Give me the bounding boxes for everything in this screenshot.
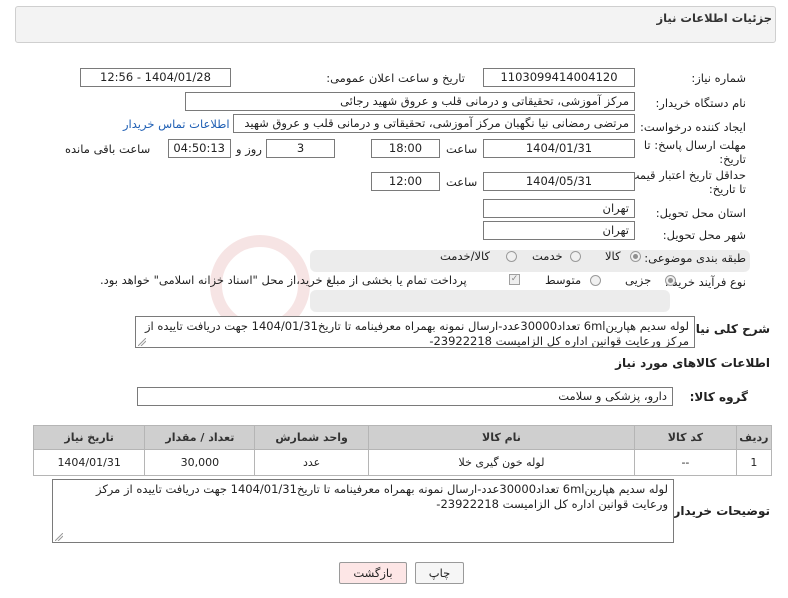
buyer-notes-text: لوله سدیم هپارین6ml تعداد30000عدد-ارسال … xyxy=(95,482,668,511)
remaining-time-field[interactable]: 04:50:13 xyxy=(168,139,231,158)
category-label: طبقه بندی موضوعی: xyxy=(644,251,746,265)
resize-grip-icon[interactable] xyxy=(138,338,146,346)
city-label: شهر محل تحویل: xyxy=(662,228,746,242)
process-radio-medium[interactable] xyxy=(590,275,601,286)
summary-textarea[interactable]: لوله سدیم هپارین6ml تعداد30000عدد-ارسال … xyxy=(135,316,695,348)
col-unit: واحد شمارش xyxy=(254,425,369,450)
deadline-date-field[interactable]: 1404/01/31 xyxy=(483,139,635,158)
treasury-checkbox[interactable]: ✓ xyxy=(509,274,520,285)
goods-group-field[interactable]: دارو، پزشکی و سلامت xyxy=(137,387,673,406)
process-option-minor: جزیی xyxy=(625,273,652,287)
process-label: نوع فرآیند خرید : xyxy=(664,275,746,289)
category-radio-both[interactable] xyxy=(506,251,517,262)
remaining-days-field[interactable]: 3 xyxy=(266,139,335,158)
deadline-label-2: تاریخ: xyxy=(719,152,746,166)
price-validity-time-field[interactable]: 12:00 xyxy=(371,172,440,191)
days-label: روز و xyxy=(236,142,262,156)
province-label: استان محل تحویل: xyxy=(655,206,746,220)
goods-table: ردیف کد کالا نام کالا واحد شمارش تعداد /… xyxy=(32,425,773,476)
treasury-payment-note: پرداخت تمام یا بخشی از مبلغ خرید،از محل … xyxy=(100,273,467,287)
summary-text: لوله سدیم هپارین6ml تعداد30000عدد-ارسال … xyxy=(144,319,689,348)
category-radio-service[interactable] xyxy=(570,251,581,262)
province-field[interactable]: تهران xyxy=(483,199,635,218)
buyer-org-label: نام دستگاه خریدار: xyxy=(655,96,746,110)
col-code: کد کالا xyxy=(634,425,737,450)
process-option-medium: متوسط xyxy=(545,273,582,287)
price-validity-time-label: ساعت xyxy=(446,175,478,189)
creator-field[interactable]: مرتضی رمضانی نیا نگهبان مرکز آموزشی، تحق… xyxy=(233,114,635,133)
cell-name: لوله خون گیری خلا xyxy=(367,449,636,476)
page-title: جزئیات اطلاعات نیاز xyxy=(656,11,772,25)
process-radio-minor[interactable] xyxy=(665,275,676,286)
goods-section-title: اطلاعات کالاهای مورد نیاز xyxy=(615,356,770,370)
price-validity-label-1: حداقل تاریخ اعتبار قیمت: xyxy=(624,168,746,182)
deadline-time-field[interactable]: 18:00 xyxy=(371,139,440,158)
col-name: نام کالا xyxy=(367,425,636,450)
deadline-label-1: مهلت ارسال پاسخ: تا xyxy=(643,138,746,152)
city-field[interactable]: تهران xyxy=(483,221,635,240)
back-button[interactable]: بازگشت xyxy=(339,562,407,584)
creator-label: ایجاد کننده درخواست: xyxy=(640,120,746,134)
buyer-notes-label: توضیحات خریدار: xyxy=(668,504,770,518)
buyer-contact-link[interactable]: اطلاعات تماس خریدار xyxy=(123,117,230,131)
summary-label: شرح کلی نیاز: xyxy=(684,322,770,336)
announce-datetime-label: تاریخ و ساعت اعلان عمومی: xyxy=(326,71,465,85)
print-button[interactable]: چاپ xyxy=(415,562,464,584)
category-option-goods: کالا xyxy=(605,249,621,263)
cell-date: 1404/01/31 xyxy=(32,449,146,476)
cell-row: 1 xyxy=(735,449,773,476)
col-row: ردیف xyxy=(735,425,773,450)
remaining-time-label: ساعت باقی مانده xyxy=(65,142,151,156)
cell-qty: 30,000 xyxy=(144,449,256,476)
announce-datetime-field[interactable]: 1404/01/28 - 12:56 xyxy=(80,68,231,87)
col-date: تاریخ نیاز xyxy=(32,425,146,450)
category-radio-goods[interactable] xyxy=(630,251,641,262)
buyer-notes-textarea[interactable]: لوله سدیم هپارین6ml تعداد30000عدد-ارسال … xyxy=(52,479,674,543)
category-option-both: کالا/خدمت xyxy=(440,249,491,263)
resize-grip-icon[interactable] xyxy=(55,533,63,541)
buyer-org-field[interactable]: مرکز آموزشی، تحقیقاتی و درمانی قلب و عرو… xyxy=(185,92,635,111)
col-qty: تعداد / مقدار xyxy=(144,425,256,450)
need-number-field[interactable]: 1103099414004120 xyxy=(483,68,635,87)
category-option-service: خدمت xyxy=(532,249,563,263)
deadline-time-label: ساعت xyxy=(446,142,478,156)
cell-unit: عدد xyxy=(254,449,369,476)
goods-table-header: ردیف کد کالا نام کالا واحد شمارش تعداد /… xyxy=(32,425,773,450)
table-row[interactable]: 1 -- لوله خون گیری خلا عدد 30,000 1404/0… xyxy=(32,449,773,476)
price-validity-date-field[interactable]: 1404/05/31 xyxy=(483,172,635,191)
need-number-label: شماره نیاز: xyxy=(691,71,746,85)
cell-code: -- xyxy=(634,449,737,476)
price-validity-label-2: تا تاریخ: xyxy=(708,182,746,196)
goods-group-label: گروه کالا: xyxy=(689,390,748,404)
